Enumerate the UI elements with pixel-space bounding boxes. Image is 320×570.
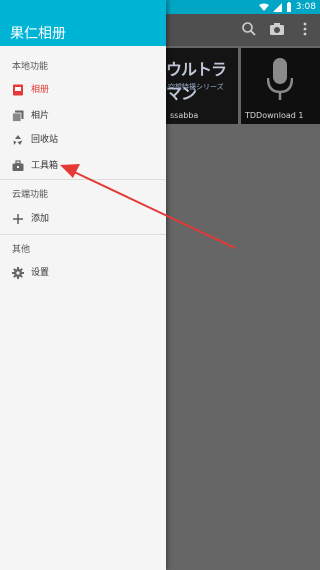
thumb-caption: ssabba — [170, 111, 199, 120]
gallery-thumb[interactable]: TDDownload 1 — [241, 48, 320, 124]
thumb-art-text: ウルトラマン — [166, 60, 227, 103]
toolbox-icon — [12, 157, 24, 171]
drawer-item-label: 设置 — [31, 268, 50, 278]
wifi-icon — [258, 3, 269, 11]
search-icon[interactable] — [240, 20, 258, 38]
add-icon — [12, 210, 24, 224]
drawer-header: 果仁相册 — [0, 0, 166, 46]
drawer-item-add[interactable]: 添加 — [0, 204, 166, 230]
drawer-item-settings[interactable]: 设置 — [0, 258, 166, 284]
drawer-item-photos[interactable]: 相片 — [0, 101, 166, 127]
drawer-item-recycle-bin[interactable]: 回收站 — [0, 125, 166, 151]
divider — [0, 179, 166, 180]
gear-icon — [12, 264, 24, 279]
camera-icon[interactable] — [268, 20, 286, 38]
section-label-other: 其他 — [12, 245, 31, 255]
signal-icon — [272, 2, 282, 12]
divider — [0, 234, 166, 235]
thumb-art-subtitle: 空想特撮シリーズ — [168, 83, 224, 91]
drawer-item-album[interactable]: 相册 — [0, 75, 166, 101]
navigation-drawer: 果仁相册 本地功能 相册 相片 回收站 工具箱 云端功能 添加 其他 设置 — [0, 0, 166, 570]
drawer-item-label: 工具箱 — [31, 161, 59, 171]
drawer-item-label: 相片 — [31, 111, 50, 121]
drawer-item-label: 相册 — [31, 85, 50, 95]
drawer-item-label: 添加 — [31, 214, 50, 224]
drawer-item-toolbox[interactable]: 工具箱 — [0, 151, 166, 177]
drawer-item-label: 回收站 — [31, 135, 59, 145]
drawer-title: 果仁相册 — [10, 26, 66, 42]
gallery-thumb[interactable]: ウルトラマン 空想特撮シリーズ ssabba — [166, 48, 238, 124]
section-label-cloud: 云端功能 — [12, 190, 49, 200]
battery-icon — [286, 2, 291, 12]
status-icons: 3:08 — [258, 1, 316, 13]
recycle-icon — [12, 131, 24, 145]
photo-icon — [12, 107, 24, 122]
album-icon — [12, 81, 24, 96]
status-time: 3:08 — [295, 2, 316, 12]
section-label-local: 本地功能 — [12, 62, 49, 72]
more-vert-icon[interactable] — [296, 20, 314, 38]
app-bar-actions — [240, 20, 314, 38]
microphone-icon — [267, 58, 293, 100]
thumb-caption: TDDownload 1 — [245, 111, 304, 120]
